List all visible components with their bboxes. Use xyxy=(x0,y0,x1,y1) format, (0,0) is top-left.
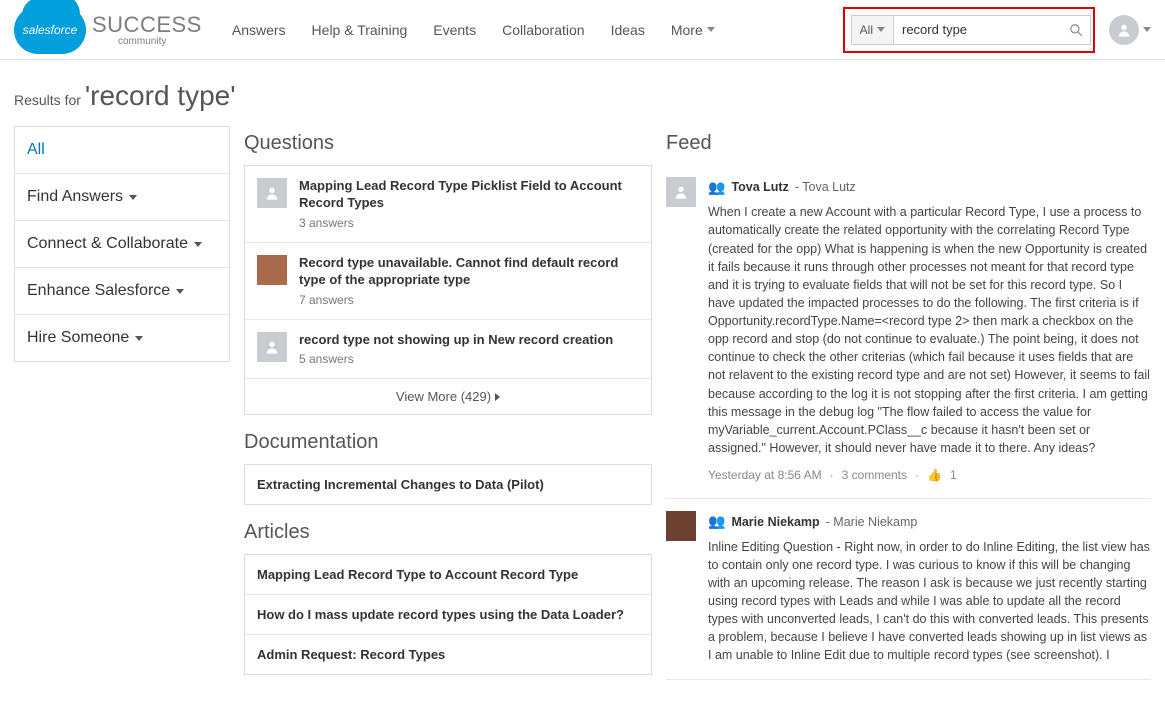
search-scope-label: All xyxy=(860,23,873,37)
feed-item: 👥 Marie Niekamp - Marie Niekamp Inline E… xyxy=(666,499,1151,679)
feed-author[interactable]: Tova Lutz xyxy=(731,178,788,196)
nav-help-training[interactable]: Help & Training xyxy=(312,22,408,38)
feed-title: Feed xyxy=(666,132,1151,155)
group-icon: 👥 xyxy=(708,511,725,531)
documentation-title: Documentation xyxy=(244,431,652,454)
top-nav: Answers Help & Training Events Collabora… xyxy=(232,22,715,38)
sidebar-item-find-answers[interactable]: Find Answers xyxy=(15,174,229,221)
avatar-icon xyxy=(257,332,287,362)
avatar-icon xyxy=(257,255,287,285)
articles-title: Articles xyxy=(244,521,652,544)
question-row[interactable]: Record type unavailable. Cannot find def… xyxy=(245,243,651,320)
results-heading: Results for 'record type' xyxy=(0,60,1165,126)
question-title: record type not showing up in New record… xyxy=(299,332,613,349)
logo[interactable]: salesforce SUCCESS community xyxy=(14,6,202,54)
sidebar-item-all[interactable]: All xyxy=(15,127,229,174)
like-icon[interactable]: 👍 xyxy=(927,467,942,484)
nav-events[interactable]: Events xyxy=(433,22,476,38)
brand-text: SUCCESS community xyxy=(92,12,202,47)
chevron-down-icon xyxy=(707,27,715,32)
feed-author-suffix: - Tova Lutz xyxy=(795,178,856,196)
feed-author[interactable]: Marie Niekamp xyxy=(731,513,819,531)
results-prefix: Results for xyxy=(14,92,85,108)
article-row[interactable]: Admin Request: Record Types xyxy=(245,635,651,674)
sidebar-item-enhance-salesforce[interactable]: Enhance Salesforce xyxy=(15,268,229,315)
chevron-down-icon xyxy=(176,289,184,294)
question-meta: 7 answers xyxy=(299,293,639,307)
search-button[interactable] xyxy=(1065,19,1087,41)
chevron-right-icon xyxy=(495,393,500,401)
avatar-icon[interactable] xyxy=(666,511,696,541)
search-scope-dropdown[interactable]: All xyxy=(851,15,893,45)
doc-row[interactable]: Extracting Incremental Changes to Data (… xyxy=(245,465,651,504)
article-row[interactable]: Mapping Lead Record Type to Account Reco… xyxy=(245,555,651,595)
user-menu[interactable] xyxy=(1109,15,1151,45)
search-icon xyxy=(1069,23,1083,37)
feed-body-text: When I create a new Account with a parti… xyxy=(708,203,1151,457)
view-more-questions[interactable]: View More (429) xyxy=(245,379,651,414)
feed-body-text: Inline Editing Question - Right now, in … xyxy=(708,538,1151,665)
question-title: Mapping Lead Record Type Picklist Field … xyxy=(299,178,639,212)
articles-panel: Mapping Lead Record Type to Account Reco… xyxy=(244,554,652,675)
nav-collaboration[interactable]: Collaboration xyxy=(502,22,585,38)
avatar-icon xyxy=(257,178,287,208)
chevron-down-icon xyxy=(877,27,885,32)
avatar-icon xyxy=(1109,15,1139,45)
results-query: 'record type' xyxy=(85,80,236,111)
question-meta: 5 answers xyxy=(299,352,613,366)
search-container: All xyxy=(843,7,1095,53)
question-title: Record type unavailable. Cannot find def… xyxy=(299,255,639,289)
feed-author-line: 👥 Tova Lutz - Tova Lutz xyxy=(708,177,1151,197)
salesforce-cloud-icon: salesforce xyxy=(14,6,86,54)
search-input[interactable] xyxy=(893,15,1091,45)
sidebar-item-hire-someone[interactable]: Hire Someone xyxy=(15,315,229,361)
nav-ideas[interactable]: Ideas xyxy=(611,22,645,38)
brand-small: community xyxy=(118,36,202,47)
nav-answers[interactable]: Answers xyxy=(232,22,286,38)
chevron-down-icon xyxy=(135,336,143,341)
feed-author-line: 👥 Marie Niekamp - Marie Niekamp xyxy=(708,511,1151,531)
feed-likes: 1 xyxy=(950,467,957,484)
avatar-icon[interactable] xyxy=(666,177,696,207)
header: salesforce SUCCESS community Answers Hel… xyxy=(0,0,1165,60)
documentation-panel: Extracting Incremental Changes to Data (… xyxy=(244,464,652,505)
brand-big: SUCCESS xyxy=(92,12,202,38)
feed-time: Yesterday at 8:56 AM xyxy=(708,467,822,484)
feed-comments[interactable]: 3 comments xyxy=(842,467,907,484)
question-row[interactable]: record type not showing up in New record… xyxy=(245,320,651,380)
article-row[interactable]: How do I mass update record types using … xyxy=(245,595,651,635)
feed-meta: Yesterday at 8:56 AM · 3 comments · 👍 1 xyxy=(708,467,1151,484)
questions-panel: Mapping Lead Record Type Picklist Field … xyxy=(244,165,652,415)
filter-sidebar: All Find Answers Connect & Collaborate E… xyxy=(14,126,230,362)
question-meta: 3 answers xyxy=(299,216,639,230)
feed-author-suffix: - Marie Niekamp xyxy=(826,513,918,531)
chevron-down-icon xyxy=(129,195,137,200)
feed-item: 👥 Tova Lutz - Tova Lutz When I create a … xyxy=(666,165,1151,499)
group-icon: 👥 xyxy=(708,177,725,197)
sidebar-item-connect-collaborate[interactable]: Connect & Collaborate xyxy=(15,221,229,268)
questions-title: Questions xyxy=(244,132,652,155)
chevron-down-icon xyxy=(194,242,202,247)
chevron-down-icon xyxy=(1143,27,1151,32)
nav-more[interactable]: More xyxy=(671,22,715,38)
question-row[interactable]: Mapping Lead Record Type Picklist Field … xyxy=(245,166,651,243)
